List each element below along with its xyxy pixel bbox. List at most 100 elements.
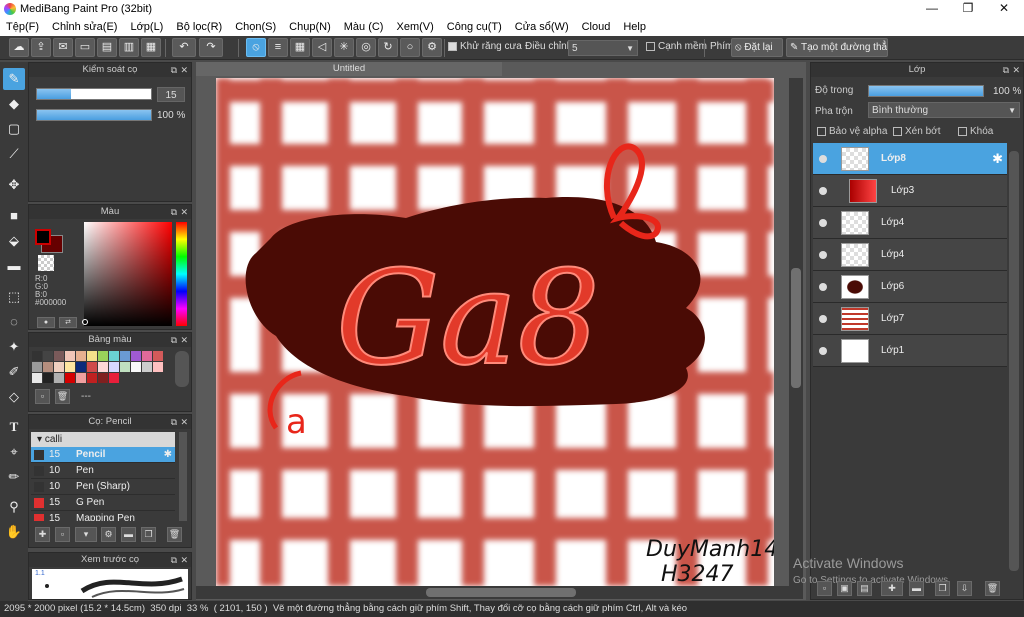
palette-swatch[interactable] xyxy=(87,373,97,383)
palette-swatch[interactable] xyxy=(131,351,141,361)
brush-item[interactable]: 15 Pencil ✱ xyxy=(31,447,175,463)
close-icon[interactable]: ✕ xyxy=(1012,63,1020,77)
document-icon[interactable]: ▤ xyxy=(97,38,117,57)
foreground-color-swatch[interactable] xyxy=(35,229,51,245)
select-rect-tool-icon[interactable]: ⬚ xyxy=(3,286,25,308)
palette-swatch[interactable] xyxy=(87,362,97,372)
grid-panel-icon[interactable]: ▦ xyxy=(141,38,161,57)
layer-row[interactable]: Lớp4 xyxy=(813,239,1007,271)
layer-row[interactable]: Lớp4 xyxy=(813,207,1007,239)
brush-item[interactable]: 15 Mapping Pen xyxy=(31,511,175,521)
text-tool-icon[interactable]: T xyxy=(3,416,25,438)
copy-layer-icon[interactable]: ❐ xyxy=(935,581,950,596)
lasso-tool-icon[interactable]: ◌ xyxy=(3,311,25,333)
close-icon[interactable]: ✕ xyxy=(180,553,188,567)
palette-swatch[interactable] xyxy=(43,362,53,372)
visibility-eye-icon[interactable] xyxy=(819,315,827,323)
palette-swatch[interactable] xyxy=(98,362,108,372)
palette-swatch[interactable] xyxy=(109,351,119,361)
brush-settings-gear-icon[interactable]: ✱ xyxy=(164,447,172,463)
vertical-scrollbar[interactable] xyxy=(789,78,803,586)
palette-swatch[interactable] xyxy=(32,362,42,372)
palette-swatch[interactable] xyxy=(43,351,53,361)
palette-swatch[interactable] xyxy=(43,373,53,383)
move-tool-icon[interactable]: ✥ xyxy=(3,174,25,196)
hue-slider[interactable] xyxy=(176,222,187,326)
swap-colors-icon[interactable]: ⇄ xyxy=(59,317,77,328)
drawing-canvas[interactable]: Ga8 a DuyManh14 H3247 xyxy=(216,78,774,586)
palette-swatch[interactable] xyxy=(32,351,42,361)
visibility-eye-icon[interactable] xyxy=(819,251,827,259)
menu-file[interactable]: Tệp(F) xyxy=(6,21,39,33)
popout-icon[interactable]: ⧉ xyxy=(1003,63,1009,77)
menu-cloud[interactable]: Cloud xyxy=(582,21,611,33)
layer-row[interactable]: Lớp6 xyxy=(813,271,1007,303)
close-icon[interactable]: ✕ xyxy=(180,333,188,347)
horizontal-scrollbar[interactable] xyxy=(196,586,803,599)
palette-swatch[interactable] xyxy=(65,373,75,383)
palette-swatch[interactable] xyxy=(153,362,163,372)
palette-swatch[interactable] xyxy=(109,362,119,372)
palette-swatch[interactable] xyxy=(120,362,130,372)
concentric-snap-icon[interactable]: ◎ xyxy=(356,38,376,57)
menu-window[interactable]: Cửa sổ(W) xyxy=(515,21,569,33)
merge-down-icon[interactable]: ⇩ xyxy=(957,581,972,596)
bucket-tool-icon[interactable]: ⬙ xyxy=(3,230,25,252)
rectangle-tool-icon[interactable]: ▢ xyxy=(3,118,25,140)
palette-swatch[interactable] xyxy=(54,362,64,372)
palette-swatch[interactable] xyxy=(153,351,163,361)
popout-icon[interactable]: ⧉ xyxy=(171,415,177,429)
redo-icon[interactable]: ↷ xyxy=(199,38,223,57)
soft-edge-checkbox[interactable]: Cạnh mềm xyxy=(646,41,707,52)
menu-select[interactable]: Chọn(S) xyxy=(235,21,276,33)
visibility-eye-icon[interactable] xyxy=(819,155,827,163)
eyedropper-small-icon[interactable]: ● xyxy=(37,317,55,328)
select-eraser-tool-icon[interactable]: ◇ xyxy=(3,386,25,408)
palette-scrollbar[interactable] xyxy=(175,351,189,387)
reset-button[interactable]: ⦸ Đặt lại xyxy=(731,38,783,57)
settings-gear-icon[interactable]: ⚙ xyxy=(422,38,442,57)
new-halftone-layer-icon[interactable]: ▣ xyxy=(837,581,852,596)
circle-snap-icon[interactable]: ○ xyxy=(400,38,420,57)
protect-alpha-checkbox[interactable]: Bảo vệ alpha xyxy=(817,126,887,137)
palette-swatch[interactable] xyxy=(65,362,75,372)
palette-swatch[interactable] xyxy=(142,351,152,361)
trash-icon[interactable]: 🗑 xyxy=(167,527,182,542)
folder-icon[interactable]: ▬ xyxy=(909,581,924,596)
layer-list-scrollbar[interactable] xyxy=(1009,151,1019,571)
clip-checkbox[interactable]: Xén bớt xyxy=(893,126,940,137)
menu-layer[interactable]: Lớp(L) xyxy=(130,21,163,33)
new-palette-icon[interactable]: ▫ xyxy=(35,389,50,404)
palette-swatch[interactable] xyxy=(65,351,75,361)
palette-swatch[interactable] xyxy=(131,362,141,372)
correction-select[interactable]: 5 ▼ xyxy=(568,40,638,56)
parallel-snap-icon[interactable]: ≡ xyxy=(268,38,288,57)
new-layer-icon[interactable]: ▫ xyxy=(817,581,832,596)
layer-row[interactable]: Lớp1 xyxy=(813,335,1007,367)
close-icon[interactable]: ✕ xyxy=(180,63,188,77)
horizontal-scroll-thumb[interactable] xyxy=(426,588,576,597)
layer-row[interactable]: Lớp8 ✱ xyxy=(813,143,1007,175)
brush-group-row[interactable]: ▾ calli xyxy=(31,432,175,447)
gradient-tool-icon[interactable]: ▬ xyxy=(3,255,25,277)
document-tab[interactable]: Untitled xyxy=(196,62,502,76)
brush-item[interactable]: 15 G Pen xyxy=(31,495,175,511)
brush-settings-icon[interactable]: ⚙ xyxy=(101,527,116,542)
menu-view[interactable]: Xem(V) xyxy=(396,21,433,33)
palette-swatch[interactable] xyxy=(54,373,64,383)
palette-swatch[interactable] xyxy=(120,351,130,361)
palette-swatch[interactable] xyxy=(76,351,86,361)
select-pen-tool-icon[interactable]: ✐ xyxy=(3,361,25,383)
popout-icon[interactable]: ⧉ xyxy=(171,205,177,219)
menu-edit[interactable]: Chỉnh sửa(E) xyxy=(52,21,117,33)
add-layer-menu-icon[interactable]: ✚ xyxy=(881,581,903,596)
close-icon[interactable]: ✕ xyxy=(180,205,188,219)
saturation-value-picker[interactable] xyxy=(84,222,172,326)
fill-rect-tool-icon[interactable]: ■ xyxy=(3,205,25,227)
palette-swatch[interactable] xyxy=(87,351,97,361)
close-icon[interactable]: ✕ xyxy=(180,415,188,429)
palette-swatch[interactable] xyxy=(109,373,119,383)
radial-snap-icon[interactable]: ✳ xyxy=(334,38,354,57)
popout-icon[interactable]: ⧉ xyxy=(171,63,177,77)
brush-item[interactable]: 10 Pen xyxy=(31,463,175,479)
